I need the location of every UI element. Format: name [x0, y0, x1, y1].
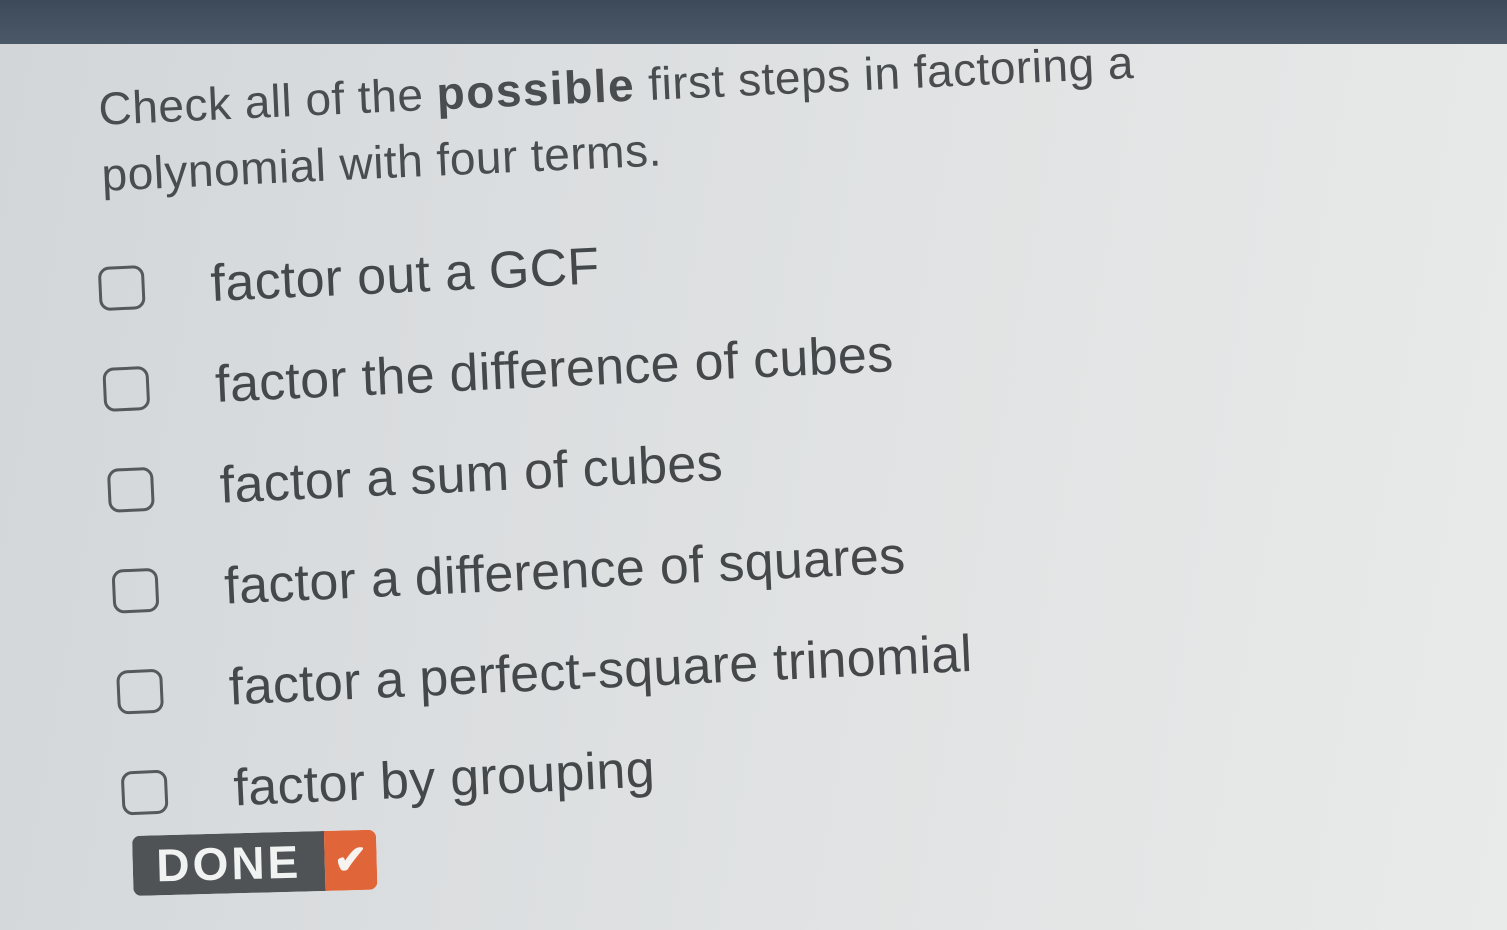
checkbox[interactable]	[120, 769, 169, 816]
checkbox[interactable]	[111, 567, 160, 614]
option-label: factor out a GCF	[209, 236, 601, 313]
options-list: factor out a GCF factor the difference o…	[97, 181, 1380, 843]
checkbox[interactable]	[106, 466, 155, 513]
question-prompt: Check all of the possible first steps in…	[97, 24, 1252, 208]
prompt-emphasis: possible	[435, 58, 637, 120]
checkmark-icon: ✔	[323, 829, 378, 891]
done-button-label: DONE	[132, 830, 326, 896]
checkbox[interactable]	[97, 264, 146, 311]
option-label: factor a perfect-square trinomial	[227, 624, 974, 717]
checkbox[interactable]	[102, 365, 151, 412]
prompt-text-start: Check all of the	[97, 67, 438, 135]
option-label: factor a difference of squares	[223, 526, 907, 616]
option-label: factor the difference of cubes	[213, 324, 895, 414]
option-label: factor a sum of cubes	[218, 433, 725, 515]
question-content: Check all of the possible first steps in…	[95, 0, 1381, 859]
checkbox[interactable]	[116, 668, 165, 715]
option-label: factor by grouping	[232, 739, 657, 817]
done-button[interactable]: DONE ✔	[132, 829, 378, 896]
